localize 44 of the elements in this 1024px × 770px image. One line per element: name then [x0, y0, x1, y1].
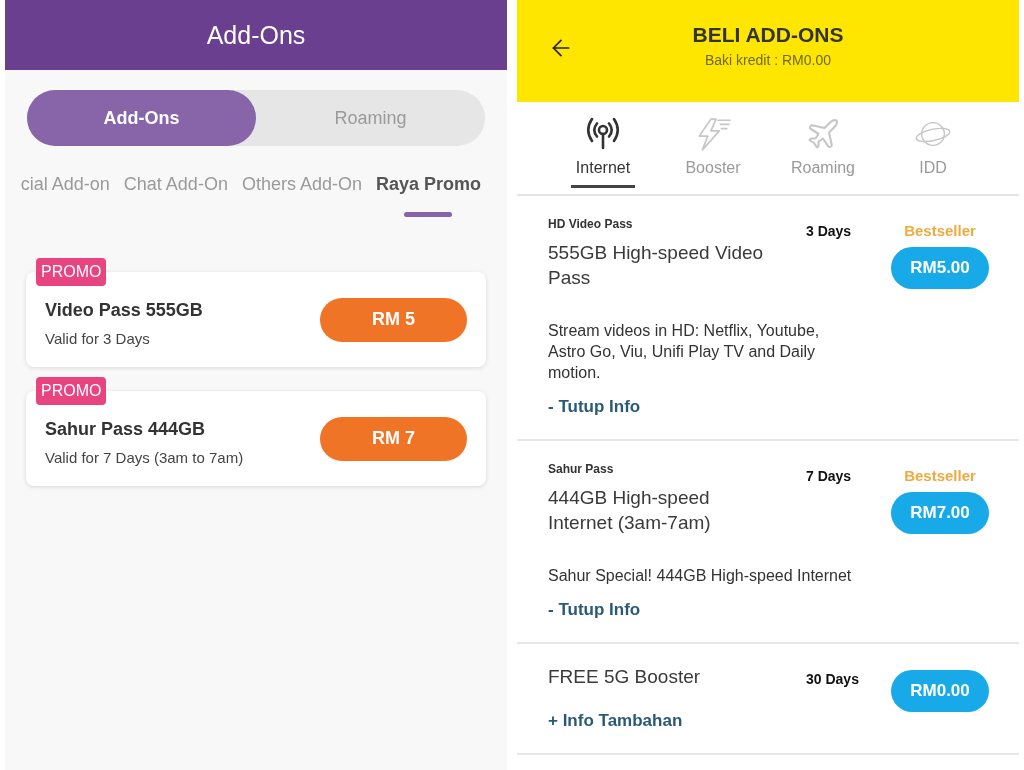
tab-label: Booster — [685, 158, 741, 178]
bestseller-label: Bestseller — [904, 222, 976, 240]
duration-text: 3 Days — [806, 222, 853, 240]
plan-description: Sahur Special! 444GB High-speed Internet — [548, 566, 853, 586]
category-tab[interactable]: Booster — [680, 102, 746, 188]
category-tab[interactable]: Internet — [570, 102, 636, 188]
segment-tab[interactable]: Roaming — [256, 90, 485, 146]
price-button[interactable]: RM 5 — [320, 297, 467, 342]
offer-name: Sahur Pass 444GB — [45, 418, 207, 441]
segment-tab[interactable]: Add-Ons — [27, 90, 256, 146]
plan-category: HD Video Pass — [548, 216, 634, 232]
antenna-icon — [585, 116, 621, 152]
plan-title: 555GB High-speed Video Pass — [548, 241, 765, 290]
category-tab[interactable]: Chat Add-On — [123, 173, 228, 217]
promo-badge: PROMO — [36, 258, 107, 286]
price-button[interactable]: RM5.00 — [891, 247, 989, 289]
category-tab[interactable]: Roaming — [786, 102, 860, 188]
duration-text: 7 Days — [806, 467, 853, 485]
info-link[interactable]: + Info Tambahan — [548, 712, 683, 730]
category-tab[interactable]: Others Add-On — [241, 173, 362, 217]
offer-validity: Valid for 7 Days (3am to 7am) — [45, 448, 244, 468]
price-button[interactable]: RM 7 — [320, 416, 467, 461]
bestseller-label: Bestseller — [904, 467, 976, 485]
category-tab[interactable]: IDD — [910, 102, 956, 188]
tab-label: Roaming — [791, 158, 855, 178]
plan-description: Stream videos in HD: Netflix, Youtube, Astro Go, Viu, Unifi Play TV and Daily motion. — [548, 321, 821, 383]
credit-balance: Baki kredit : RM0.00 — [704, 51, 831, 69]
category-tab[interactable]: Raya Promo — [375, 173, 481, 217]
price-button[interactable]: RM7.00 — [891, 492, 989, 534]
price-button[interactable]: RM0.00 — [891, 670, 989, 712]
screen-title: BELI ADD-ONS — [692, 23, 844, 47]
offer-name: Video Pass 555GB — [45, 299, 203, 322]
info-link[interactable]: - Tutup Info — [548, 601, 641, 619]
plan-title: FREE 5G Booster — [548, 665, 702, 689]
info-link[interactable]: - Tutup Info — [548, 398, 641, 416]
plan-title: 444GB High-speed Internet (3am-7am) — [548, 486, 712, 535]
screen-title: Add-Ons — [206, 20, 306, 50]
promo-badge: PROMO — [36, 377, 107, 405]
duration-text: 30 Days — [806, 670, 860, 688]
plan-category: Sahur Pass — [548, 461, 615, 477]
category-tab[interactable]: cial Add-on — [20, 173, 110, 217]
tab-label: IDD — [919, 158, 947, 178]
tab-label: Internet — [575, 158, 631, 178]
offer-validity: Valid for 3 Days — [45, 329, 151, 349]
